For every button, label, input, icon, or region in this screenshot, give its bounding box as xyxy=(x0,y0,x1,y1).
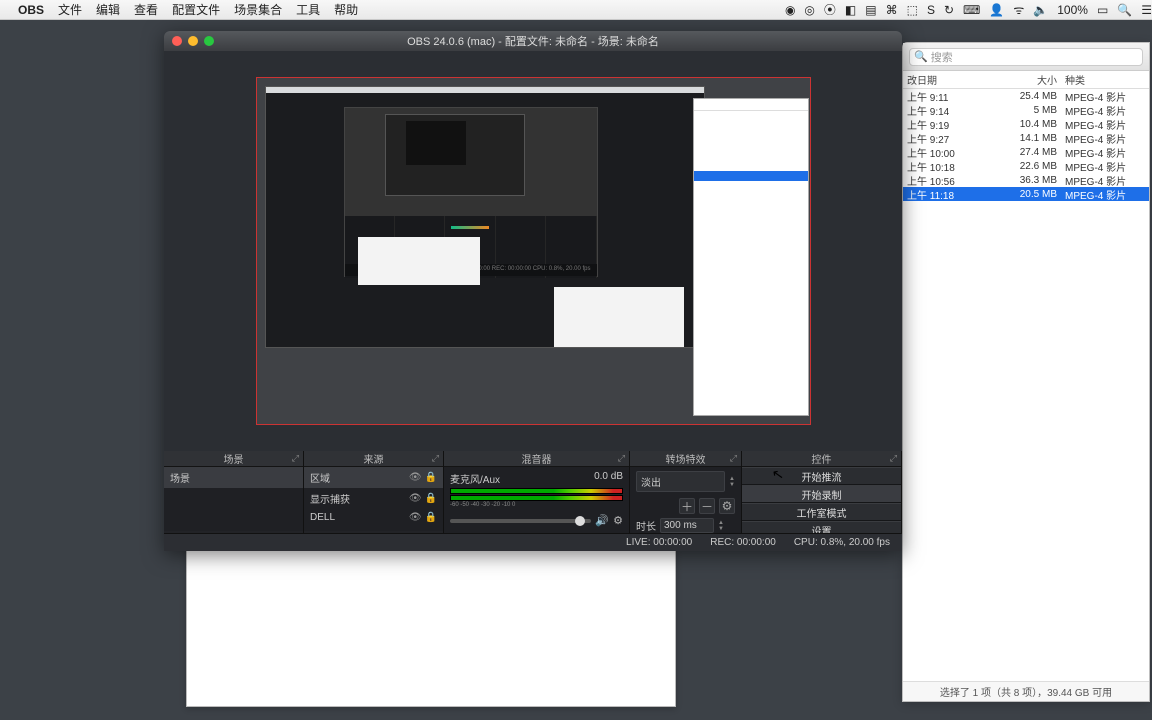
col-date[interactable]: 改日期 xyxy=(903,72,999,87)
finder-rows: 上午 9:1125.4 MBMPEG-4 影片上午 9:145 MBMPEG-4… xyxy=(903,89,1149,201)
mixer-channel-name: 麦克风/Aux xyxy=(450,471,500,486)
menubar-status-icon[interactable]: ⦿ xyxy=(824,3,836,17)
transition-settings-button[interactable]: ⚙ xyxy=(719,498,735,514)
gear-icon[interactable]: ⚙ xyxy=(613,514,623,527)
visibility-icon[interactable]: 👁 xyxy=(409,512,422,523)
scenes-list[interactable]: 场景 xyxy=(164,467,303,531)
nested-finder xyxy=(693,98,809,416)
menu-help[interactable]: 帮助 xyxy=(334,1,358,18)
status-bar: LIVE: 00:00:00 REC: 00:00:00 CPU: 0.8%, … xyxy=(164,533,902,551)
preview-area[interactable]: LIVE: 00:00:00 REC: 00:00:00 CPU: 0.8%, … xyxy=(164,51,902,451)
lock-icon[interactable]: 🔒 xyxy=(425,512,437,523)
finder-search[interactable]: 🔍 搜索 xyxy=(909,48,1143,66)
source-item[interactable]: DELL👁🔒 xyxy=(304,509,443,526)
col-size[interactable]: 大小 xyxy=(999,72,1061,87)
start-stream-button[interactable]: 开始推流 xyxy=(742,467,901,485)
status-live: LIVE: 00:00:00 xyxy=(626,537,692,548)
finder-row[interactable]: 上午 9:2714.1 MBMPEG-4 影片 xyxy=(903,131,1149,145)
obs-window: OBS 24.0.6 (mac) - 配置文件: 未命名 - 场景: 未命名 L… xyxy=(164,31,902,551)
battery-icon[interactable]: ▭ xyxy=(1097,3,1108,17)
select-chevron-icon[interactable]: ▲▼ xyxy=(729,476,735,488)
menubar-status-icon[interactable]: ◧ xyxy=(845,3,856,17)
speaker-icon[interactable]: 🔊 xyxy=(595,514,609,527)
menubar-status-icon[interactable]: ⌨ xyxy=(963,3,980,17)
duration-input[interactable]: 300 ms xyxy=(660,518,714,533)
sources-header: 来源⤢ xyxy=(304,451,443,467)
finder-row[interactable]: 上午 10:0027.4 MBMPEG-4 影片 xyxy=(903,145,1149,159)
scene-item[interactable]: 场景 xyxy=(164,467,303,488)
start-record-button[interactable]: 开始录制 xyxy=(742,485,901,503)
transition-select[interactable]: 淡出 xyxy=(636,471,725,492)
lock-icon[interactable]: 🔒 xyxy=(425,472,437,483)
mac-menubar: OBS 文件 编辑 查看 配置文件 场景集合 工具 帮助 ◉ ◎ ⦿ ◧ ▤ ⌘ ⬚ S ↻ ⌨ 👤… xyxy=(0,0,1152,20)
controls-header: 控件⤢ xyxy=(742,451,901,467)
control-center-icon[interactable]: ☰ xyxy=(1141,3,1152,17)
search-placeholder: 搜索 xyxy=(931,49,953,65)
visibility-icon[interactable]: 👁 xyxy=(409,493,422,504)
menubar-status-icon[interactable]: ◎ xyxy=(804,3,814,17)
spotlight-icon[interactable]: 🔍 xyxy=(1117,3,1132,17)
menubar-status-icon[interactable]: ◉ xyxy=(785,3,795,17)
menubar-status-icon[interactable]: ↻ xyxy=(944,3,954,17)
popout-icon[interactable]: ⤢ xyxy=(730,453,737,464)
window-title: OBS 24.0.6 (mac) - 配置文件: 未命名 - 场景: 未命名 xyxy=(164,33,902,49)
obs-titlebar[interactable]: OBS 24.0.6 (mac) - 配置文件: 未命名 - 场景: 未命名 xyxy=(164,31,902,51)
popout-icon[interactable]: ⤢ xyxy=(618,453,625,464)
status-cpu: CPU: 0.8%, 20.00 fps xyxy=(794,537,890,548)
preview-canvas[interactable]: LIVE: 00:00:00 REC: 00:00:00 CPU: 0.8%, … xyxy=(256,77,811,425)
audio-meter xyxy=(450,495,623,501)
meter-ticks: -60 -50 -40 -30 -20 -10 0 xyxy=(450,502,623,508)
lock-icon[interactable]: 🔒 xyxy=(425,493,437,504)
finder-row[interactable]: 上午 9:1910.4 MBMPEG-4 影片 xyxy=(903,117,1149,131)
menubar-status-icon[interactable]: ▤ xyxy=(865,3,876,17)
search-icon: 🔍 xyxy=(914,50,928,63)
finder-row[interactable]: 上午 11:1820.5 MBMPEG-4 影片 xyxy=(903,187,1149,201)
finder-status: 选择了 1 项（共 8 项），39.44 GB 可用 xyxy=(903,681,1149,701)
menubar-status-icon[interactable]: 👤 xyxy=(989,3,1004,17)
finder-row[interactable]: 上午 10:5636.3 MBMPEG-4 影片 xyxy=(903,173,1149,187)
finder-row[interactable]: 上午 10:1822.6 MBMPEG-4 影片 xyxy=(903,159,1149,173)
visibility-icon[interactable]: 👁 xyxy=(409,472,422,483)
finder-row[interactable]: 上午 9:1125.4 MBMPEG-4 影片 xyxy=(903,89,1149,103)
mixer-header: 混音器⤢ xyxy=(444,451,629,467)
menubar-status-icon[interactable]: ⌘ xyxy=(886,3,898,17)
duration-label: 时长 xyxy=(636,518,656,533)
background-window xyxy=(186,547,676,707)
mixer-db: 0.0 dB xyxy=(594,471,623,486)
source-item[interactable]: 区域👁🔒 xyxy=(304,467,443,488)
duration-stepper[interactable]: ▲▼ xyxy=(718,520,724,532)
app-menu[interactable]: OBS xyxy=(18,3,44,17)
nested-capture-1: LIVE: 00:00:00 REC: 00:00:00 CPU: 0.8%, … xyxy=(265,86,705,348)
add-transition-button[interactable]: ＋ xyxy=(679,498,695,514)
sources-list[interactable]: 区域👁🔒 显示捕获👁🔒 DELL👁🔒 xyxy=(304,467,443,531)
finder-window: 🔍 搜索 改日期 大小 种类 上午 9:1125.4 MBMPEG-4 影片上午… xyxy=(902,42,1150,702)
menu-view[interactable]: 查看 xyxy=(134,1,158,18)
source-item[interactable]: 显示捕获👁🔒 xyxy=(304,488,443,509)
scenes-header: 场景⤢ xyxy=(164,451,303,467)
finder-toolbar: 🔍 搜索 xyxy=(903,43,1149,71)
popout-icon[interactable]: ⤢ xyxy=(292,453,299,464)
status-rec: REC: 00:00:00 xyxy=(710,537,776,548)
col-kind[interactable]: 种类 xyxy=(1061,72,1139,87)
audio-meter xyxy=(450,488,623,494)
menu-scene-collection[interactable]: 场景集合 xyxy=(234,1,282,18)
remove-transition-button[interactable]: － xyxy=(699,498,715,514)
transitions-header: 转场特效⤢ xyxy=(630,451,741,467)
menu-tools[interactable]: 工具 xyxy=(296,1,320,18)
volume-slider[interactable] xyxy=(450,519,591,523)
studio-mode-button[interactable]: 工作室模式 xyxy=(742,503,901,521)
popout-icon[interactable]: ⤢ xyxy=(890,453,897,464)
menu-edit[interactable]: 编辑 xyxy=(96,1,120,18)
finder-row[interactable]: 上午 9:145 MBMPEG-4 影片 xyxy=(903,103,1149,117)
menubar-status-icon[interactable]: ⬚ xyxy=(907,3,918,17)
menubar-status-icon[interactable]: ᯤ xyxy=(1013,3,1024,17)
battery-percent[interactable]: 100% xyxy=(1057,3,1088,17)
finder-columns: 改日期 大小 种类 xyxy=(903,71,1149,89)
popout-icon[interactable]: ⤢ xyxy=(432,453,439,464)
menubar-status-icon[interactable]: S xyxy=(927,3,935,17)
menu-file[interactable]: 文件 xyxy=(58,1,82,18)
menu-profile[interactable]: 配置文件 xyxy=(172,1,220,18)
menubar-status-icon[interactable]: 🔈 xyxy=(1033,3,1048,17)
